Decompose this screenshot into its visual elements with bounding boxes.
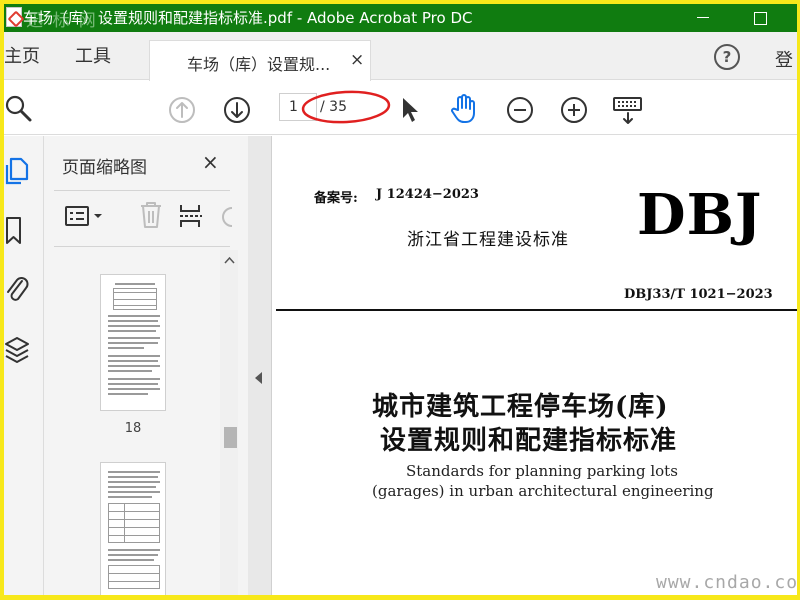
attachment-icon[interactable]: [4, 273, 30, 305]
page-down-icon[interactable]: [223, 96, 251, 124]
bookmark-icon[interactable]: [4, 216, 26, 246]
page-thumbnail[interactable]: [100, 274, 166, 411]
pdf-file-icon: [6, 7, 22, 27]
document-title-en: (garages) in urban architectural enginee…: [372, 482, 714, 500]
maximize-button[interactable]: [740, 4, 786, 32]
page-thumbnails-icon[interactable]: [4, 156, 30, 186]
scroll-up-icon[interactable]: [224, 256, 235, 264]
tab-document[interactable]: 车场（库）设置规... ×: [149, 40, 371, 81]
sign-in-link[interactable]: 登: [775, 46, 793, 72]
document-view[interactable]: 备案号: J 12424−2023 浙江省工程建设标准 DBJ DBJ33/T …: [272, 136, 797, 595]
extract-page-icon[interactable]: [178, 202, 206, 230]
dbj-logo: DBJ: [637, 182, 763, 248]
acrobat-window: 车场（库）设置规则和配建指标标准.pdf - Adobe Acrobat Pro…: [4, 4, 797, 595]
record-number-label: 备案号:: [314, 191, 358, 206]
scrollbar-thumb[interactable]: [224, 427, 237, 448]
watermark-text: 迅 标 网: [26, 11, 98, 31]
document-title-cn: 设置规则和配建指标标准: [380, 426, 678, 456]
panel-divider: [54, 190, 230, 191]
delete-page-icon[interactable]: [138, 200, 164, 230]
thumbnail-scrollbar[interactable]: [220, 250, 238, 595]
document-title-en: Standards for planning parking lots: [406, 462, 678, 480]
panel-divider: [54, 246, 230, 247]
help-icon[interactable]: ?: [714, 44, 740, 70]
close-tab-button[interactable]: ×: [350, 50, 364, 70]
thumbnail-options-icon[interactable]: [64, 204, 108, 230]
standard-code: DBJ33/T 1021−2023: [624, 287, 773, 302]
keyboard-icon[interactable]: [612, 96, 644, 126]
site-watermark: www.cndao.com: [656, 572, 797, 593]
title-rule: [276, 309, 797, 311]
page-thumbnail[interactable]: [100, 462, 166, 595]
page-up-icon[interactable]: [168, 96, 196, 124]
document-title-cn: 城市建筑工程停车场(库): [372, 392, 669, 422]
page-thumbnails-panel: 页面缩略图 × 18: [44, 136, 248, 595]
left-tool-rail: [4, 136, 44, 595]
document-tab-label: 车场（库）设置规...: [187, 55, 331, 74]
minimize-button[interactable]: [680, 4, 726, 32]
zoom-in-icon[interactable]: [560, 96, 588, 124]
panel-collapse-handle[interactable]: [248, 136, 272, 595]
collapse-arrow-icon: [255, 372, 262, 384]
title-bar: 车场（库）设置规则和配建指标标准.pdf - Adobe Acrobat Pro…: [4, 4, 797, 32]
rotate-page-icon[interactable]: [222, 204, 248, 230]
annotation-ellipse: [301, 90, 391, 124]
tab-home[interactable]: 主页: [4, 46, 40, 68]
tab-bar: 主页 工具 车场（库）设置规... × ? 登: [4, 32, 797, 81]
close-panel-button[interactable]: ×: [202, 150, 219, 174]
select-cursor-icon[interactable]: [399, 95, 423, 125]
search-icon[interactable]: [4, 94, 34, 124]
panel-title: 页面缩略图: [62, 158, 147, 178]
layers-icon[interactable]: [4, 335, 32, 365]
toolbar: 1 / 35: [4, 81, 797, 135]
tab-tools[interactable]: 工具: [75, 46, 111, 68]
province-standard-label: 浙江省工程建设标准: [407, 230, 569, 250]
zoom-out-icon[interactable]: [506, 96, 534, 124]
thumbnail-page-number: 18: [124, 421, 142, 436]
record-number: J 12424−2023: [376, 187, 479, 202]
hand-tool-icon[interactable]: [448, 93, 480, 125]
